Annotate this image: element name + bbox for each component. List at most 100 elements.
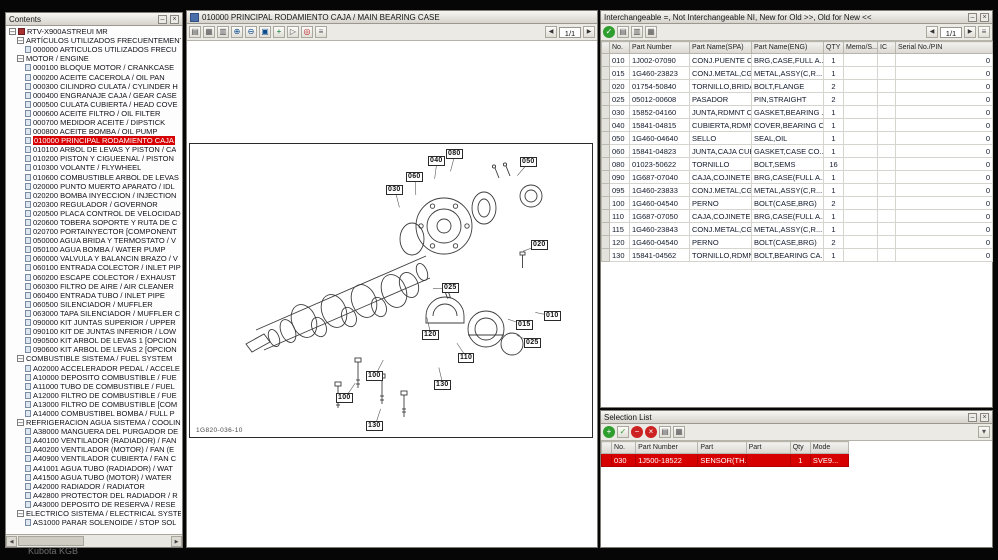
tree-item-060400[interactable]: 060400 ENTRADA TUBO / INLET PIPE [7, 291, 181, 300]
tree-group[interactable]: –COMBUSTIBLE SISTEMA / FUEL SYSTEM [7, 354, 181, 363]
tree-item-000300[interactable]: 000300 CILINDRO CULATA / CYLINDER H [7, 82, 181, 91]
tree-item-090600[interactable]: 090600 KIT ARBOL DE LEVAS 2 [OPCION [7, 345, 181, 354]
callout-040[interactable]: 040 [428, 156, 445, 166]
collapse-icon[interactable]: – [17, 419, 24, 426]
options-icon[interactable]: ▾ [978, 426, 990, 438]
tree-item-000600[interactable]: 000600 ACEITE FILTRO / OIL FILTER [7, 109, 181, 118]
col-header-no[interactable]: No. [612, 442, 636, 454]
tree-item-A10000[interactable]: A10000 DEPOSITO COMBUSTIBLE / FUE [7, 373, 181, 382]
part-row-060[interactable]: 06015841-04823JUNTA,CAJA CUB...GASKET,CA… [602, 145, 993, 158]
apply-icon[interactable]: ✓ [603, 26, 615, 38]
tree-item-000700[interactable]: 000700 MEDIDOR ACEITE / DIPSTICK [7, 118, 181, 127]
scroll-left-icon[interactable]: ◀ [6, 536, 17, 547]
tree-item-010300[interactable]: 010300 VOLANTE / FLYWHEEL [7, 163, 181, 172]
collapse-icon[interactable]: – [17, 55, 24, 62]
part-row-110[interactable]: 1101G687-07050CAJA,COJINETE...BRG,CASE(F… [602, 210, 993, 223]
callout-130[interactable]: 130 [434, 380, 451, 390]
pin-icon[interactable]: – [968, 413, 977, 422]
collapse-icon[interactable]: – [17, 510, 24, 517]
col-header-serial[interactable]: Serial No./PIN [896, 42, 993, 54]
callout-010[interactable]: 010 [544, 311, 561, 321]
pin-icon[interactable]: – [968, 13, 977, 22]
tree-item-A42800[interactable]: A42800 PROTECTOR DEL RADIADOR / R [7, 491, 181, 500]
exploded-view-figure[interactable]: 0400800500600300200250100150251201101001… [189, 143, 593, 438]
col-header-pn[interactable]: Part Number [636, 442, 698, 454]
callout-015[interactable]: 015 [516, 320, 533, 330]
scroll-thumb[interactable] [18, 536, 84, 546]
close-icon[interactable]: × [170, 15, 179, 24]
part-row-015[interactable]: 0151G460-23823CONJ.METAL,CG...METAL,ASSY… [602, 67, 993, 80]
collapse-icon[interactable]: – [17, 355, 24, 362]
part-row-025[interactable]: 02505012-00608PASADORPIN,STRAIGHT20 [602, 93, 993, 106]
tree-item-020500[interactable]: 020500 PLACA CONTROL DE VELOCIDAD [7, 209, 181, 218]
callout-080[interactable]: 080 [446, 149, 463, 159]
tree-item-010600[interactable]: 010600 COMBUSTIBLE ARBOL DE LEVAS [7, 173, 181, 182]
tree-item-A11000[interactable]: A11000 TUBO DE COMBUSTIBLE / FUEL [7, 382, 181, 391]
next-page-icon[interactable]: ▶ [583, 26, 595, 38]
tree-item-090500[interactable]: 090500 KIT ARBOL DE LEVAS 1 [OPCION [7, 336, 181, 345]
callout-050[interactable]: 050 [520, 157, 537, 167]
prev-page-icon[interactable]: ◀ [926, 26, 938, 38]
callout-110[interactable]: 110 [458, 353, 474, 363]
export-icon[interactable]: ▦ [203, 26, 215, 38]
callout-130[interactable]: 130 [366, 421, 383, 431]
col-header-sel[interactable] [602, 42, 610, 54]
tree-item-020700[interactable]: 020700 PORTAINYECTOR [COMPONENT [7, 227, 181, 236]
add-icon[interactable]: + [603, 426, 615, 438]
col-header-mode[interactable]: Mode [810, 442, 848, 454]
tree-item-A41500[interactable]: A41500 AGUA TUBO (MOTOR) / WATER [7, 473, 181, 482]
confirm-icon[interactable]: ✓ [617, 426, 629, 438]
part-row-100[interactable]: 1001G460-04540PERNOBOLT(CASE,BRG)20 [602, 197, 993, 210]
tree-group[interactable]: –REFRIGERACION AGUA SISTEMA / COOLING W [7, 418, 181, 427]
tree-item-063000[interactable]: 063000 TAPA SILENCIADOR / MUFFLER C [7, 309, 181, 318]
col-header-no[interactable]: No. [610, 42, 630, 54]
tree-item-050000[interactable]: 050000 AGUA BRIDA Y TERMOSTATO / V [7, 236, 181, 245]
zoom-fit-icon[interactable]: ▣ [259, 26, 271, 38]
callout-025[interactable]: 025 [442, 283, 459, 293]
copy-icon[interactable]: ▥ [631, 26, 643, 38]
scroll-right-icon[interactable]: ▶ [171, 536, 182, 547]
tree-item-000500[interactable]: 000500 CULATA CUBIERTA / HEAD COVE [7, 100, 181, 109]
diagram-canvas[interactable]: 0400800500600300200250100150251201101001… [187, 41, 597, 547]
tree-item-000100[interactable]: 000100 BLOQUE MOTOR / CRANKCASE [7, 63, 181, 72]
tree-item-AS1000[interactable]: AS1000 PARAR SOLENOIDE / STOP SOL [7, 518, 181, 527]
tree-item-060000[interactable]: 060000 VALVULA Y BALANCIN BRAZO / V [7, 254, 181, 263]
settings-icon[interactable]: ≡ [315, 26, 327, 38]
collapse-icon[interactable]: – [9, 28, 16, 35]
copy-icon[interactable]: ▥ [217, 26, 229, 38]
tree-item-020200[interactable]: 020200 BOMBA INYECCION / INJECTION [7, 191, 181, 200]
col-header-eng[interactable]: Part [746, 442, 790, 454]
next-page-icon[interactable]: ▶ [964, 26, 976, 38]
part-row-115[interactable]: 1151G460-23843CONJ.METAL,CG...METAL,ASSY… [602, 223, 993, 236]
tree-item-090000[interactable]: 090000 KIT JUNTAS SUPERIOR / UPPER [7, 318, 181, 327]
zoom-out-icon[interactable]: ⊖ [245, 26, 257, 38]
tree-item-A42000[interactable]: A42000 RADIADOR / RADIATOR [7, 482, 181, 491]
tree-group[interactable]: –MOTOR / ENGINE [7, 54, 181, 63]
remove-icon[interactable]: − [631, 426, 643, 438]
print-icon[interactable]: ▤ [189, 26, 201, 38]
tree-item-060500[interactable]: 060500 SILENCIADOR / MUFFLER [7, 300, 181, 309]
hotspot-icon[interactable]: ◎ [301, 26, 313, 38]
pan-icon[interactable]: + [273, 26, 285, 38]
part-row-050[interactable]: 0501G460-04640SELLOSEAL,OIL10 [602, 132, 993, 145]
save-icon[interactable]: ▦ [673, 426, 685, 438]
close-icon[interactable]: × [980, 413, 989, 422]
tree-item-060200[interactable]: 060200 ESCAPE COLECTOR / EXHAUST [7, 273, 181, 282]
delete-icon[interactable]: × [645, 426, 657, 438]
part-row-010[interactable]: 0101J002-07090CONJ.PUENTE C...BRG,CASE,F… [602, 54, 993, 67]
pin-icon[interactable]: – [158, 15, 167, 24]
tree-item-A43000[interactable]: A43000 DEPOSITO DE RESERVA / RESE [7, 500, 181, 509]
callout-020[interactable]: 020 [531, 240, 548, 250]
part-row-040[interactable]: 04015841-04815CUBIERTA,RDMN...COVER,BEAR… [602, 119, 993, 132]
tree-item-000000[interactable]: 000000 ARTICULOS UTILIZADOS FRECU [7, 45, 181, 54]
tree-item-010100[interactable]: 010100 ARBOL DE LEVAS Y PISTON / CA [7, 145, 181, 154]
tree-item-A14000[interactable]: A14000 COMBUSTIBEL BOMBA / FULL P [7, 409, 181, 418]
tree-item-A40900[interactable]: A40900 VENTILADOR CUBIERTA / FAN C [7, 454, 181, 463]
callout-120[interactable]: 120 [422, 330, 439, 340]
list-icon[interactable]: ≡ [978, 26, 990, 38]
col-header-spa[interactable]: Part Name(SPA) [690, 42, 752, 54]
tree-item-010200[interactable]: 010200 PISTON Y CIGUEENAL / PISTON [7, 154, 181, 163]
print-icon[interactable]: ▤ [659, 426, 671, 438]
tree-item-A38000[interactable]: A38000 MANGUERA DEL PURGADOR DE [7, 427, 181, 436]
tree-item-000200[interactable]: 000200 ACEITE CACEROLA / OIL PAN [7, 72, 181, 81]
